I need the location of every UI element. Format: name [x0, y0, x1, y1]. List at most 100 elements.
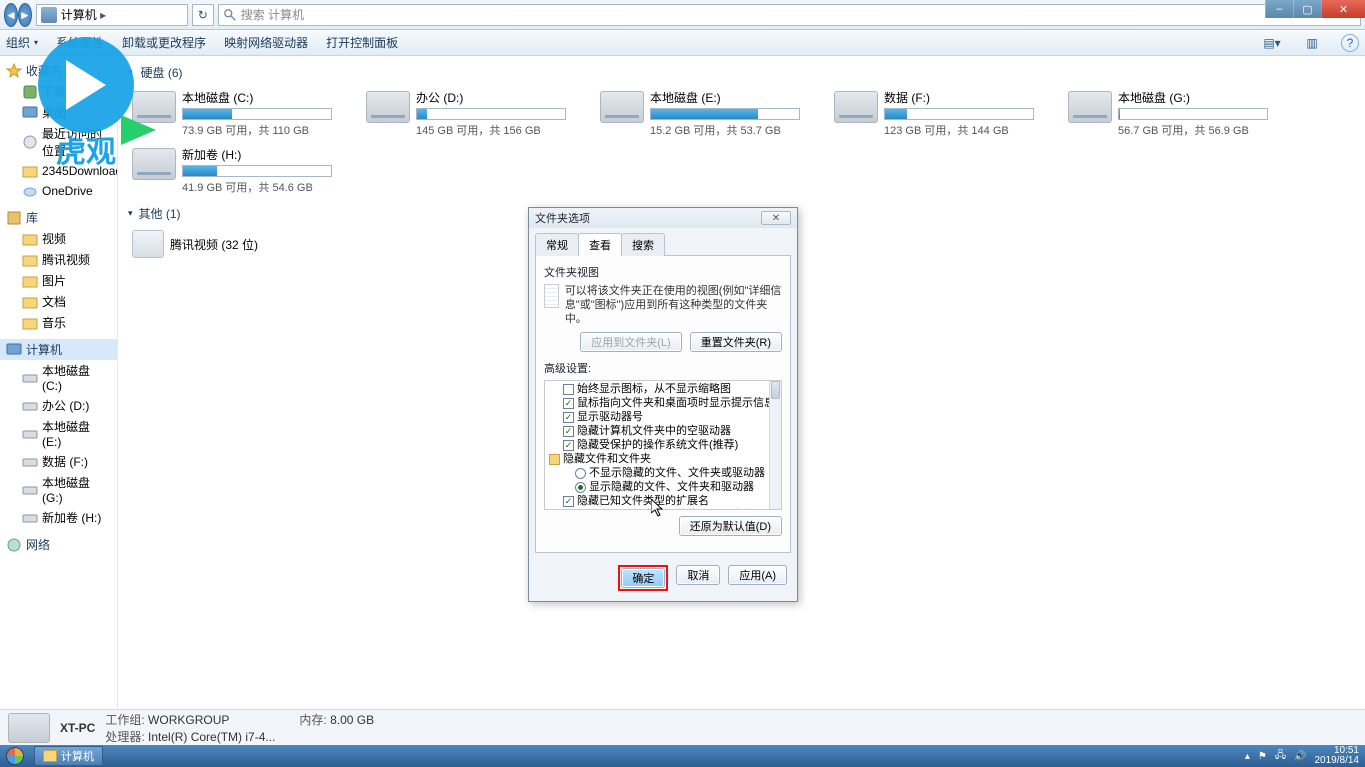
sidebar-libraries[interactable]: 库 [0, 207, 117, 228]
sidebar-item-drive-g[interactable]: 本地磁盘 (G:) [0, 472, 117, 507]
toolbar-uninstall[interactable]: 卸载或更改程序 [122, 34, 206, 51]
toolbar-organize[interactable]: 组织 [6, 34, 38, 51]
sidebar-item-onedrive[interactable]: OneDrive [0, 181, 117, 201]
taskbar-app-explorer[interactable]: 计算机 [34, 746, 103, 766]
checkbox-icon[interactable] [563, 412, 574, 423]
scrollbar-thumb[interactable] [771, 381, 780, 399]
checkbox-icon[interactable] [563, 440, 574, 451]
taskbar: 计算机 ▴ ⚑ 🖧 🔊 10:51 2019/8/14 [0, 745, 1365, 767]
advanced-group: 高级设置: 始终显示图标，从不显示缩略图鼠标指向文件夹和桌面项时显示提示信息显示… [544, 360, 782, 536]
adv-item[interactable]: 隐藏已知文件类型的扩展名 [549, 495, 779, 509]
drive-name: 本地磁盘 (E:) [650, 89, 802, 106]
tray-flag-icon[interactable]: ⚑ [1258, 751, 1267, 762]
adv-item[interactable]: 用彩色显示加密或压缩的 NTFS 文件 [549, 509, 779, 510]
advanced-tree[interactable]: 始终显示图标，从不显示缩略图鼠标指向文件夹和桌面项时显示提示信息显示驱动器号隐藏… [544, 380, 782, 510]
tab-view[interactable]: 查看 [578, 233, 622, 256]
group-header-drives[interactable]: ▾硬盘 (6) [128, 64, 1355, 81]
forward-button[interactable]: ► [18, 3, 32, 27]
checkbox-icon[interactable] [563, 398, 574, 409]
drive-name: 本地磁盘 (G:) [1118, 89, 1270, 106]
toolbar-sysprops[interactable]: 系统属性 [56, 34, 104, 51]
drive-item[interactable]: 本地磁盘 (C:)73.9 GB 可用，共 110 GB [128, 85, 338, 142]
toolbar-cpanel[interactable]: 打开控制面板 [326, 34, 398, 51]
app-icon [132, 230, 164, 258]
drive-icon [132, 91, 176, 123]
tray-chevron-icon[interactable]: ▴ [1245, 751, 1250, 762]
drive-name: 本地磁盘 (C:) [182, 89, 334, 106]
apply-to-folders-button[interactable]: 应用到文件夹(L) [580, 332, 681, 352]
toolbar: 组织 系统属性 卸载或更改程序 映射网络驱动器 打开控制面板 ▤▾ ▥ ? [0, 30, 1365, 56]
sidebar-item-tencent[interactable]: 腾讯视频 [0, 249, 117, 270]
drive-item[interactable]: 办公 (D:)145 GB 可用，共 156 GB [362, 85, 572, 142]
sidebar-item-2345[interactable]: 2345Downloads [0, 161, 117, 181]
adv-item[interactable]: 隐藏计算机文件夹中的空驱动器 [549, 425, 779, 439]
tab-search[interactable]: 搜索 [621, 233, 665, 256]
tab-general[interactable]: 常规 [535, 233, 579, 256]
dialog-titlebar[interactable]: 文件夹选项 ✕ [529, 208, 797, 228]
start-button[interactable] [0, 745, 30, 767]
reset-folders-button[interactable]: 重置文件夹(R) [690, 332, 782, 352]
dialog-close-button[interactable]: ✕ [761, 211, 791, 225]
adv-item[interactable]: 鼠标指向文件夹和桌面项时显示提示信息 [549, 397, 779, 411]
sidebar-item-recent[interactable]: 最近访问的位置 [0, 123, 117, 161]
sidebar-item-drive-d[interactable]: 办公 (D:) [0, 395, 117, 416]
sidebar-item-desktop[interactable]: 桌面 [0, 102, 117, 123]
drive-icon [834, 91, 878, 123]
toolbar-mapnet[interactable]: 映射网络驱动器 [224, 34, 308, 51]
sidebar-item-pictures[interactable]: 图片 [0, 270, 117, 291]
preview-pane-button[interactable]: ▥ [1301, 33, 1323, 53]
usage-bar [416, 108, 566, 120]
radio-icon[interactable] [575, 468, 586, 479]
checkbox-icon[interactable] [563, 426, 574, 437]
usage-bar [650, 108, 800, 120]
drive-icon [1068, 91, 1112, 123]
sidebar-item-videos[interactable]: 视频 [0, 228, 117, 249]
sidebar-item-music[interactable]: 音乐 [0, 312, 117, 333]
drive-icon [366, 91, 410, 123]
drive-space: 41.9 GB 可用，共 54.6 GB [182, 179, 334, 195]
search-box[interactable]: 搜索 计算机 [218, 4, 1361, 26]
refresh-button[interactable]: ↻ [192, 4, 214, 26]
view-options-button[interactable]: ▤▾ [1261, 33, 1283, 53]
adv-item[interactable]: 隐藏受保护的操作系统文件(推荐) [549, 439, 779, 453]
sidebar-favorites[interactable]: 收藏夹 [0, 60, 117, 81]
drive-item[interactable]: 本地磁盘 (E:)15.2 GB 可用，共 53.7 GB [596, 85, 806, 142]
sidebar-item-drive-e[interactable]: 本地磁盘 (E:) [0, 416, 117, 451]
tray-clock[interactable]: 10:51 2019/8/14 [1315, 746, 1360, 766]
minimize-button[interactable]: – [1265, 0, 1293, 18]
sidebar-item-downloads[interactable]: 下载 [0, 81, 117, 102]
restore-defaults-button[interactable]: 还原为默认值(D) [679, 516, 782, 536]
tray-volume-icon[interactable]: 🔊 [1294, 751, 1306, 762]
adv-item[interactable]: 显示驱动器号 [549, 411, 779, 425]
drive-item[interactable]: 新加卷 (H:)41.9 GB 可用，共 54.6 GB [128, 142, 338, 199]
system-tray[interactable]: ▴ ⚑ 🖧 🔊 10:51 2019/8/14 [1239, 746, 1365, 766]
drive-item[interactable]: 数据 (F:)123 GB 可用，共 144 GB [830, 85, 1040, 142]
adv-item[interactable]: 不显示隐藏的文件、文件夹或驱动器 [549, 467, 779, 481]
ok-button[interactable]: 确定 [621, 568, 665, 588]
tray-network-icon[interactable]: 🖧 [1275, 748, 1286, 765]
adv-item[interactable]: 隐藏文件和文件夹 [549, 453, 779, 467]
sidebar-item-drive-c[interactable]: 本地磁盘 (C:) [0, 360, 117, 395]
breadcrumb-segment[interactable]: 计算机 [61, 6, 106, 23]
maximize-button[interactable]: ▢ [1293, 0, 1321, 18]
adv-item[interactable]: 显示隐藏的文件、文件夹和驱动器 [549, 481, 779, 495]
sidebar-network[interactable]: 网络 [0, 534, 117, 555]
folder-icon [549, 454, 560, 465]
breadcrumb[interactable]: 计算机 [36, 4, 188, 26]
sidebar-item-documents[interactable]: 文档 [0, 291, 117, 312]
adv-item[interactable]: 始终显示图标，从不显示缩略图 [549, 383, 779, 397]
drive-item[interactable]: 本地磁盘 (G:)56.7 GB 可用，共 56.9 GB [1064, 85, 1274, 142]
scrollbar[interactable] [769, 381, 781, 509]
cancel-button[interactable]: 取消 [676, 565, 720, 585]
usage-bar [182, 108, 332, 120]
radio-icon[interactable] [575, 482, 586, 493]
sidebar-item-drive-f[interactable]: 数据 (F:) [0, 451, 117, 472]
checkbox-icon[interactable] [563, 384, 574, 395]
sidebar-item-drive-h[interactable]: 新加卷 (H:) [0, 507, 117, 528]
apply-button[interactable]: 应用(A) [728, 565, 787, 585]
help-button[interactable]: ? [1341, 34, 1359, 52]
checkbox-icon[interactable] [563, 496, 574, 507]
sidebar-computer[interactable]: 计算机 [0, 339, 117, 360]
back-button[interactable]: ◄ [4, 3, 18, 27]
close-button[interactable]: ✕ [1321, 0, 1365, 18]
